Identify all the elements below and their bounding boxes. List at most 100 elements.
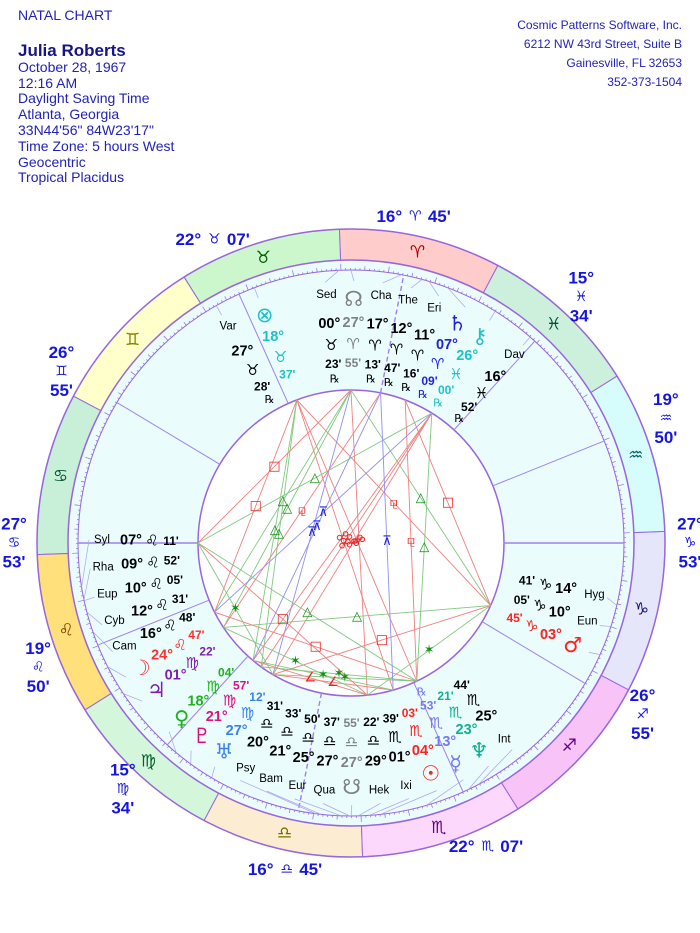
point-degree: 16°	[140, 626, 162, 642]
svg-text:53': 53'	[679, 553, 700, 572]
house-cusp-label: 15°♍ 34'	[110, 761, 136, 818]
part-of-fortune-icon: ⊗	[256, 303, 274, 327]
svg-text:♓: ♓	[575, 289, 588, 305]
aspect-glyph: ∠	[327, 675, 339, 690]
aspect-glyph: ✶	[424, 643, 435, 658]
house-cusp-label: 16° ♈ 45'	[376, 207, 450, 226]
zodiac-sign-glyph: ♎	[277, 823, 292, 843]
retrograde-icon: ℞	[418, 388, 428, 401]
point-sign-glyph: ♑	[525, 617, 538, 635]
point-minutes: 33'	[285, 706, 301, 720]
chiron-icon: ⚷	[472, 324, 487, 348]
pluto-icon: ♇	[193, 724, 212, 748]
point-sign-glyph: ♈	[431, 355, 444, 373]
mars-icon: ♂	[563, 633, 582, 657]
point-degree: 01°	[389, 750, 411, 766]
zodiac-sign-glyph: ♒	[628, 445, 643, 465]
svg-text:♌: ♌	[32, 659, 45, 675]
point-degree: 25°	[293, 750, 315, 766]
point-sign-glyph: ♈	[411, 346, 424, 364]
point-degree: 09°	[121, 556, 143, 572]
neptune-icon: ♆	[470, 739, 489, 763]
house-cusp-label: 26°♐ 55'	[630, 686, 656, 743]
retrograde-icon: ℞	[265, 393, 275, 406]
aspect-glyph: △	[302, 605, 312, 620]
aspect-glyph: □	[442, 495, 454, 510]
point-sign-glyph: ♉	[325, 336, 338, 354]
asteroid-label: Eup	[97, 588, 117, 600]
point-minutes: 03'	[402, 706, 418, 720]
aspect-glyph: □	[268, 459, 280, 474]
svg-text:16°: 16°	[376, 207, 402, 226]
point-degree: 14°	[555, 581, 577, 597]
zodiac-sign-glyph: ♌	[59, 621, 74, 641]
point-minutes: 37'	[279, 368, 295, 382]
point-sign-glyph: ♏	[388, 728, 402, 746]
point-minutes: 48'	[179, 611, 195, 625]
point-sign-glyph: ♈	[390, 340, 403, 358]
svg-text:♉: ♉	[208, 231, 221, 247]
retrograde-icon: ℞	[384, 376, 394, 389]
point-sign-glyph: ♍	[241, 704, 254, 722]
degree-tick	[280, 806, 282, 809]
house-cusp-label: 19°♌ 50'	[25, 639, 51, 696]
aspect-glyph: ⊼	[382, 534, 392, 549]
house-cusp-label: 19° ♒50'	[653, 390, 679, 447]
point-minutes: 55'	[345, 356, 361, 370]
zodiac-sign-glyph: ♑	[634, 599, 649, 619]
aspect-glyph: □	[250, 499, 262, 514]
asteroid-label: Bam	[259, 773, 283, 785]
point-minutes: 22'	[363, 715, 379, 729]
asteroid-label: Psy	[236, 763, 255, 775]
aspect-glyph: △	[278, 494, 288, 509]
aspect-glyph: ⚼	[297, 503, 306, 518]
point-minutes: 55'	[343, 716, 359, 730]
aspect-glyph: ✶	[290, 654, 301, 669]
svg-text:♍: ♍	[117, 781, 130, 797]
point-degree: 07°	[436, 337, 458, 353]
asteroid-label: Eur	[288, 780, 306, 792]
asteroid-label: Dav	[504, 349, 525, 361]
point-degree: 21°	[206, 709, 228, 725]
aspect-glyph: △	[352, 609, 362, 624]
point-degree: 13°	[434, 734, 456, 750]
point-sign-glyph: ♍	[223, 692, 236, 710]
degree-tick	[85, 472, 88, 474]
svg-text:34': 34'	[111, 799, 134, 818]
svg-text:♏: ♏	[481, 839, 494, 855]
point-sign-glyph: ♍	[206, 677, 219, 695]
svg-text:53': 53'	[3, 553, 26, 572]
aspect-glyph: △	[270, 523, 280, 538]
svg-text:19°: 19°	[653, 390, 679, 409]
moon-icon: ☽	[132, 656, 151, 680]
zodiac-sign-glyph: ♏	[431, 818, 446, 838]
degree-tick	[420, 277, 422, 280]
svg-text:22°: 22°	[175, 230, 201, 249]
zodiac-sign-glyph: ♈	[410, 243, 425, 263]
point-degree: 23°	[456, 722, 478, 738]
point-minutes: 47'	[384, 361, 400, 375]
sun-icon: ☉	[421, 762, 440, 786]
point-sign-glyph: ♎	[280, 722, 293, 740]
svg-text:♑: ♑	[684, 535, 697, 551]
natal-chart-wheel: ♈♉♊♋♌♍♎ ♏♐♑♒♓27°♋53'19°♌50'15°♍34'16° ♎ 45'…	[1, 207, 700, 879]
aspect-glyph: □	[376, 633, 388, 648]
retrograde-icon: ℞	[401, 381, 411, 394]
uranus-icon: ♅	[215, 739, 234, 763]
svg-text:♐: ♐	[636, 706, 649, 722]
aspect-glyph: △	[310, 471, 320, 486]
point-sign-glyph: ♍	[186, 654, 199, 672]
point-sign-glyph: ♎	[301, 728, 314, 746]
aspect-glyph: ⊼	[312, 519, 322, 534]
point-minutes: 39'	[383, 712, 399, 726]
aspect-glyph: ∠	[304, 670, 316, 685]
aspect-glyph: △	[416, 490, 426, 505]
asteroid-label: Syl	[94, 534, 110, 546]
zodiac-sign-glyph: ♓	[546, 315, 561, 335]
asteroid-label: Var	[220, 320, 237, 332]
jupiter-icon: ♃	[147, 678, 166, 702]
svg-text:♊: ♊	[55, 364, 68, 380]
aspect-glyph: ✶	[318, 668, 329, 683]
svg-text:07': 07'	[500, 837, 523, 856]
point-sign-glyph: ♎	[367, 732, 380, 750]
